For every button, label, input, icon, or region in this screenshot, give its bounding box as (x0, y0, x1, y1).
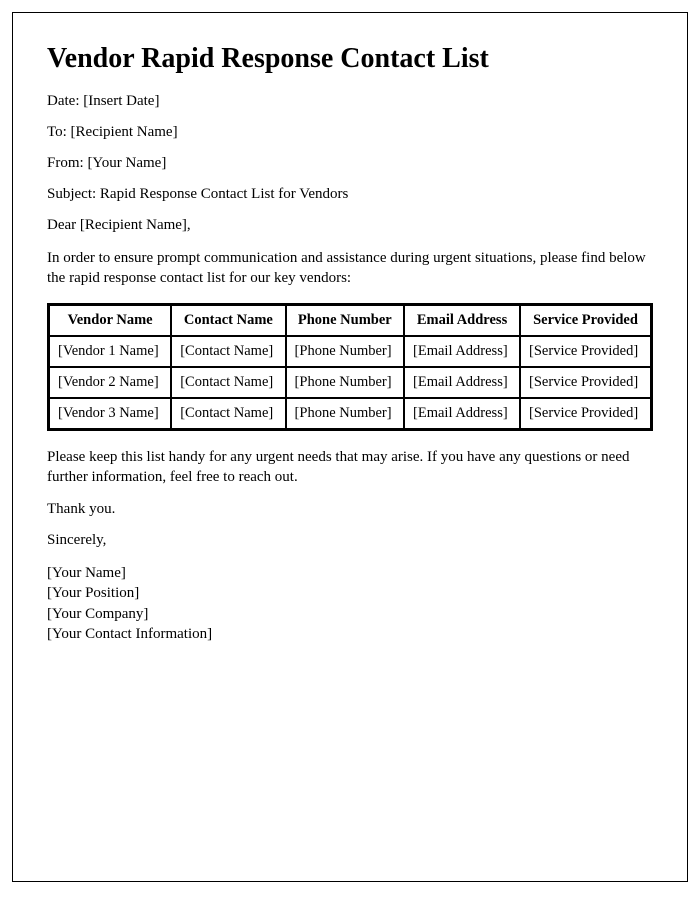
table-row: [Vendor 2 Name] [Contact Name] [Phone Nu… (49, 367, 651, 398)
cell-contact: [Contact Name] (171, 398, 285, 429)
signature-block: [Your Name] [Your Position] [Your Compan… (47, 563, 653, 644)
closing-paragraph: Please keep this list handy for any urge… (47, 447, 653, 488)
thanks-line: Thank you. (47, 501, 653, 518)
cell-email: [Email Address] (404, 398, 520, 429)
cell-vendor: [Vendor 3 Name] (49, 398, 171, 429)
from-line: From: [Your Name] (47, 155, 653, 172)
table-header-row: Vendor Name Contact Name Phone Number Em… (49, 305, 651, 336)
date-value: [Insert Date] (83, 93, 159, 109)
to-line: To: [Recipient Name] (47, 124, 653, 141)
header-service: Service Provided (520, 305, 651, 336)
cell-service: [Service Provided] (520, 367, 651, 398)
signoff-line: Sincerely, (47, 532, 653, 549)
cell-vendor: [Vendor 2 Name] (49, 367, 171, 398)
date-label: Date: (47, 93, 83, 109)
cell-service: [Service Provided] (520, 336, 651, 367)
signature-position: [Your Position] (47, 583, 653, 603)
subject-line: Subject: Rapid Response Contact List for… (47, 186, 653, 203)
cell-vendor: [Vendor 1 Name] (49, 336, 171, 367)
salutation: Dear [Recipient Name], (47, 217, 653, 234)
table-row: [Vendor 3 Name] [Contact Name] [Phone Nu… (49, 398, 651, 429)
header-phone: Phone Number (286, 305, 404, 336)
header-vendor: Vendor Name (49, 305, 171, 336)
cell-phone: [Phone Number] (286, 398, 404, 429)
cell-service: [Service Provided] (520, 398, 651, 429)
cell-email: [Email Address] (404, 367, 520, 398)
from-value: [Your Name] (87, 155, 166, 171)
subject-value: Rapid Response Contact List for Vendors (100, 186, 348, 202)
page-title: Vendor Rapid Response Contact List (47, 43, 653, 75)
subject-label: Subject: (47, 186, 100, 202)
signature-name: [Your Name] (47, 563, 653, 583)
vendor-table: Vendor Name Contact Name Phone Number Em… (47, 303, 653, 431)
cell-phone: [Phone Number] (286, 336, 404, 367)
signature-company: [Your Company] (47, 604, 653, 624)
cell-contact: [Contact Name] (171, 336, 285, 367)
header-email: Email Address (404, 305, 520, 336)
document-frame: Vendor Rapid Response Contact List Date:… (12, 12, 688, 882)
signature-contact: [Your Contact Information] (47, 624, 653, 644)
header-contact: Contact Name (171, 305, 285, 336)
intro-paragraph: In order to ensure prompt communication … (47, 248, 653, 289)
cell-email: [Email Address] (404, 336, 520, 367)
to-value: [Recipient Name] (71, 124, 178, 140)
from-label: From: (47, 155, 87, 171)
cell-phone: [Phone Number] (286, 367, 404, 398)
date-line: Date: [Insert Date] (47, 93, 653, 110)
to-label: To: (47, 124, 71, 140)
table-row: [Vendor 1 Name] [Contact Name] [Phone Nu… (49, 336, 651, 367)
cell-contact: [Contact Name] (171, 367, 285, 398)
